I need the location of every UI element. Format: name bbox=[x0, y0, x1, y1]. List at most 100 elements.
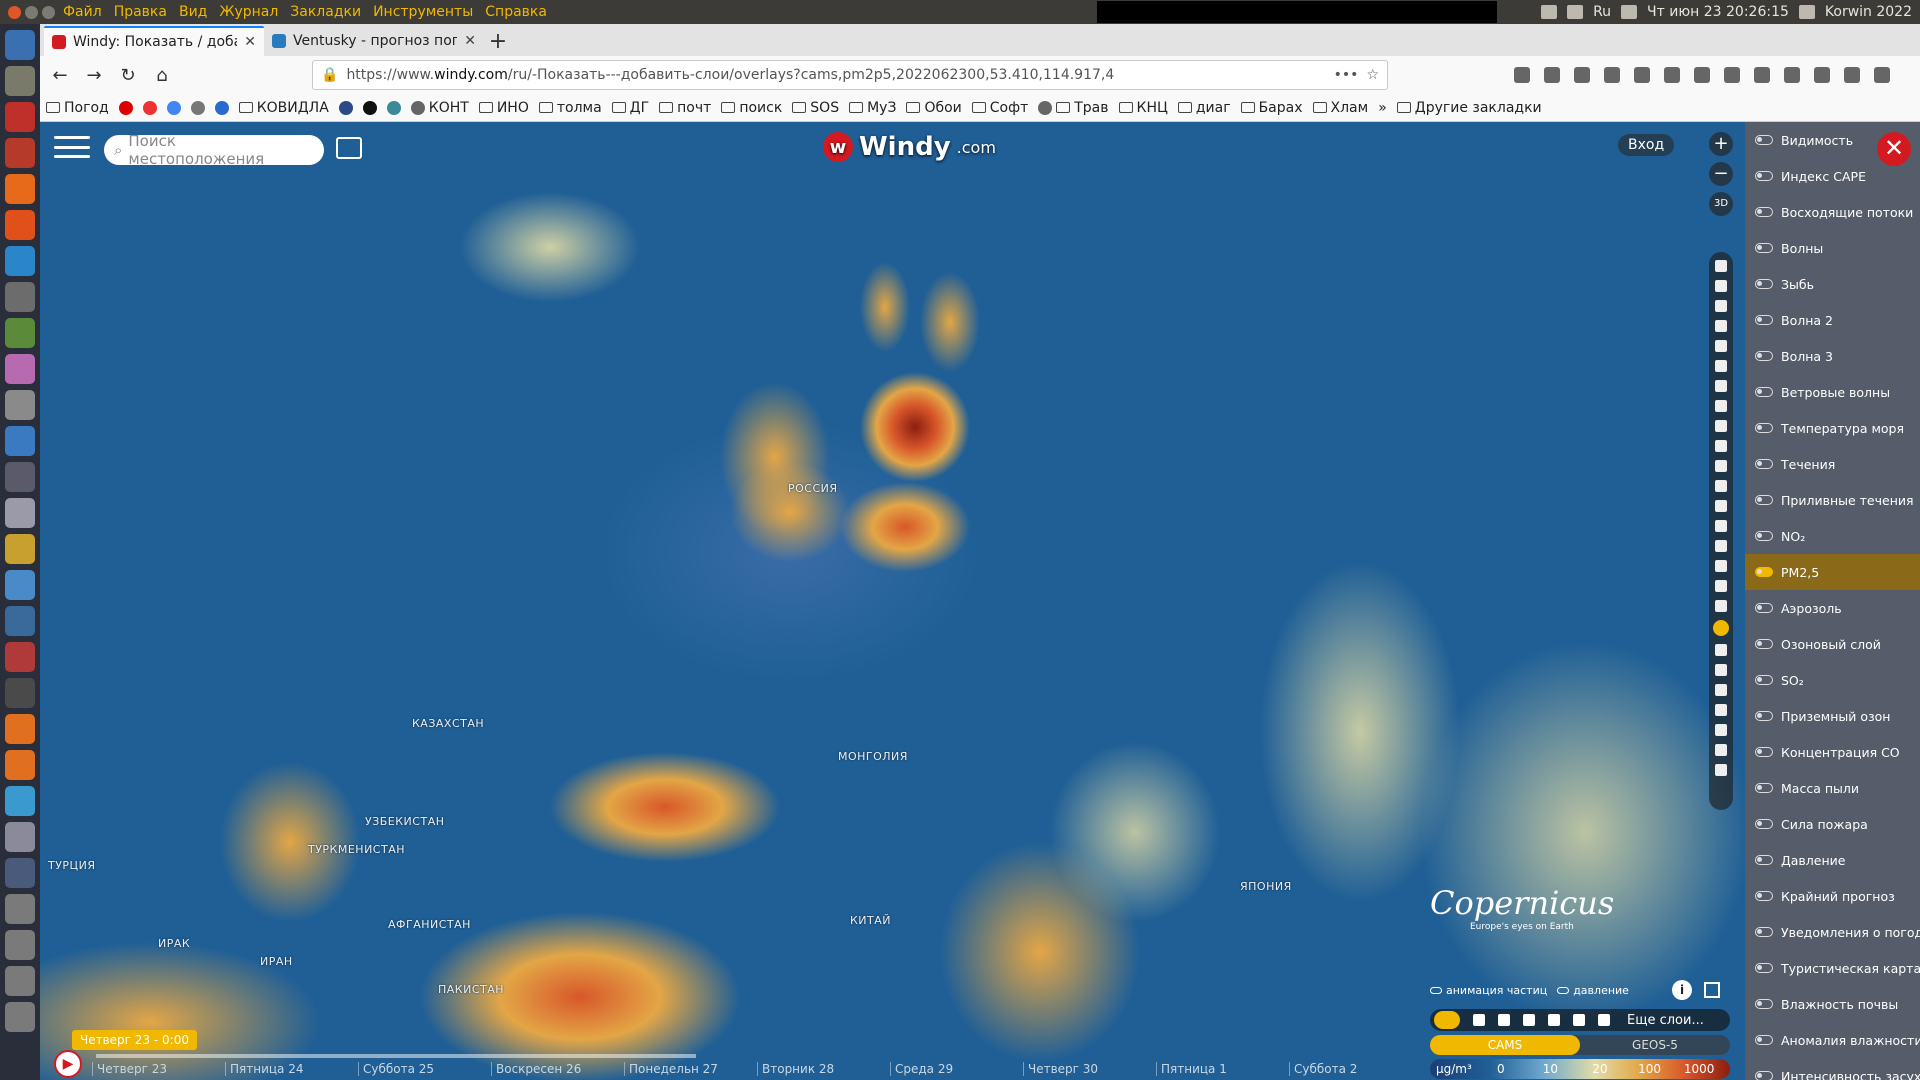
bookmark-folder[interactable]: Софт bbox=[971, 100, 1028, 116]
launcher-app-icon[interactable] bbox=[5, 570, 35, 600]
layer-icon[interactable] bbox=[1715, 520, 1727, 532]
bookmark-link[interactable]: КОНТ bbox=[410, 100, 469, 116]
drive-icon[interactable] bbox=[5, 894, 35, 924]
home-button[interactable]: ⌂ bbox=[148, 61, 176, 89]
launcher-app-icon[interactable] bbox=[5, 786, 35, 816]
layer-icon[interactable] bbox=[1715, 280, 1727, 292]
layer-icon[interactable] bbox=[1715, 664, 1727, 676]
launcher-app-icon[interactable] bbox=[5, 426, 35, 456]
day-label[interactable]: Пятница 24 bbox=[225, 1062, 358, 1076]
layer-icon[interactable] bbox=[1715, 600, 1727, 612]
layer-icon[interactable] bbox=[1715, 500, 1727, 512]
back-button[interactable]: ← bbox=[46, 61, 74, 89]
day-label[interactable]: Понедельн 27 bbox=[624, 1062, 757, 1076]
pollution-map[interactable]: РОССИЯ КАЗАХСТАН МОНГОЛИЯ УЗБЕКИСТАН ТУР… bbox=[40, 122, 1745, 1080]
drive-icon[interactable] bbox=[5, 930, 35, 960]
play-button[interactable]: ▶ bbox=[54, 1050, 82, 1078]
extension-icon[interactable] bbox=[1604, 67, 1620, 83]
layer-icon[interactable] bbox=[1715, 380, 1727, 392]
bookmark-folder[interactable]: Трав bbox=[1038, 100, 1109, 116]
layer-currents[interactable]: Течения bbox=[1745, 446, 1920, 482]
pressure-toggle[interactable]: давление bbox=[1557, 984, 1629, 997]
launcher-app-icon[interactable] bbox=[5, 30, 35, 60]
google-icon[interactable] bbox=[166, 100, 181, 115]
network-icon[interactable] bbox=[1567, 5, 1584, 19]
extension-icon[interactable] bbox=[1724, 67, 1740, 83]
more-layers-button[interactable]: Еще слои... bbox=[1627, 1013, 1704, 1028]
launcher-app-icon[interactable] bbox=[5, 102, 35, 132]
day-label[interactable]: Пятница 1 bbox=[1156, 1062, 1289, 1076]
login-button[interactable]: Вход bbox=[1618, 134, 1675, 156]
menu-history[interactable]: Журнал bbox=[219, 4, 278, 20]
bookmark-icon[interactable] bbox=[386, 100, 401, 115]
launcher-app-icon[interactable] bbox=[5, 282, 35, 312]
layer-outdoor-map[interactable]: Туристическая карта bbox=[1745, 950, 1920, 986]
bookmark-folder[interactable]: ИНО bbox=[478, 100, 529, 116]
tab-windy[interactable]: Windy: Показать / доба ✕ bbox=[44, 26, 264, 56]
layer-extreme[interactable]: Крайний прогноз bbox=[1745, 878, 1920, 914]
location-search-input[interactable]: ⌕ Поиск местоположения bbox=[104, 132, 324, 168]
timeline-slider[interactable] bbox=[96, 1054, 696, 1058]
bookmark-icon[interactable] bbox=[214, 100, 229, 115]
zoom-in-button[interactable]: + bbox=[1709, 132, 1733, 156]
launcher-app-icon[interactable] bbox=[5, 246, 35, 276]
clock[interactable]: Чт июн 23 20:26:15 bbox=[1647, 4, 1789, 20]
bookmark-folder[interactable]: Погод bbox=[46, 100, 109, 116]
layer-moisture-anomaly[interactable]: Аномалия влажности bbox=[1745, 1022, 1920, 1058]
youtube-icon[interactable] bbox=[118, 100, 133, 115]
layer-swell3[interactable]: Волна 3 bbox=[1745, 338, 1920, 374]
menu-file[interactable]: Файл bbox=[63, 4, 102, 20]
layer-swell2[interactable]: Волна 2 bbox=[1745, 302, 1920, 338]
layer-updrafts[interactable]: Восходящие потоки bbox=[1745, 194, 1920, 230]
day-label[interactable]: Четверг 30 bbox=[1023, 1062, 1156, 1076]
bookmark-folder[interactable]: SOS bbox=[792, 100, 839, 116]
menu-view[interactable]: Вид bbox=[179, 4, 207, 20]
chevron-right-icon[interactable] bbox=[1715, 764, 1727, 776]
bookmarks-overflow-icon[interactable]: » bbox=[1378, 100, 1387, 116]
bookmark-folder[interactable]: диаг bbox=[1177, 100, 1231, 116]
plane-icon[interactable] bbox=[1548, 1014, 1560, 1026]
layer-alerts[interactable]: Уведомления о погоде bbox=[1745, 914, 1920, 950]
share-icon[interactable] bbox=[336, 137, 362, 159]
layer-dust[interactable]: Масса пыли bbox=[1745, 770, 1920, 806]
extension-icon[interactable] bbox=[1844, 67, 1860, 83]
bookmark-folder[interactable]: ДГ bbox=[611, 100, 649, 116]
bookmark-folder[interactable]: МуЗ bbox=[849, 100, 896, 116]
menu-tools[interactable]: Инструменты bbox=[373, 4, 473, 20]
layer-icon[interactable] bbox=[1715, 744, 1727, 756]
layer-icon[interactable] bbox=[1715, 460, 1727, 472]
close-tab-icon[interactable]: ✕ bbox=[244, 34, 256, 50]
layer-sea-temp[interactable]: Температура моря bbox=[1745, 410, 1920, 446]
pm25-active-icon[interactable] bbox=[1713, 620, 1729, 636]
launcher-app-icon[interactable] bbox=[5, 498, 35, 528]
bookmark-folder[interactable]: почт bbox=[659, 100, 711, 116]
flag-icon[interactable] bbox=[1498, 1014, 1510, 1026]
zoom-out-button[interactable]: − bbox=[1709, 162, 1733, 186]
layer-icon[interactable] bbox=[1715, 420, 1727, 432]
layer-surface-ozone[interactable]: Приземный озон bbox=[1745, 698, 1920, 734]
extension-icon[interactable] bbox=[1754, 67, 1770, 83]
layer-icon[interactable] bbox=[1715, 560, 1727, 572]
drive-icon[interactable] bbox=[5, 1002, 35, 1032]
bookmark-icon[interactable] bbox=[338, 100, 353, 115]
bookmark-folder[interactable]: КОВИДЛА bbox=[238, 100, 329, 116]
bookmark-folder[interactable]: Барах bbox=[1240, 100, 1303, 116]
day-label[interactable]: Суббота 2 bbox=[1289, 1062, 1422, 1076]
brave-icon[interactable] bbox=[5, 210, 35, 240]
launcher-app-icon[interactable] bbox=[5, 642, 35, 672]
extension-icon[interactable] bbox=[1784, 67, 1800, 83]
library-icon[interactable] bbox=[1514, 67, 1530, 83]
launcher-app-icon[interactable] bbox=[5, 714, 35, 744]
layer-icon[interactable] bbox=[1715, 704, 1727, 716]
reload-button[interactable]: ↻ bbox=[114, 61, 142, 89]
launcher-app-icon[interactable] bbox=[5, 822, 35, 852]
layer-icon[interactable] bbox=[1715, 340, 1727, 352]
particles-toggle[interactable]: анимация частиц bbox=[1430, 984, 1547, 997]
menu-bookmarks[interactable]: Закладки bbox=[290, 4, 361, 20]
layer-waves[interactable]: Волны bbox=[1745, 230, 1920, 266]
main-menu-button[interactable] bbox=[54, 132, 90, 162]
launcher-app-icon[interactable] bbox=[5, 750, 35, 780]
save-icon[interactable] bbox=[1634, 67, 1650, 83]
launcher-app-icon[interactable] bbox=[5, 678, 35, 708]
layer-icon[interactable] bbox=[1715, 440, 1727, 452]
